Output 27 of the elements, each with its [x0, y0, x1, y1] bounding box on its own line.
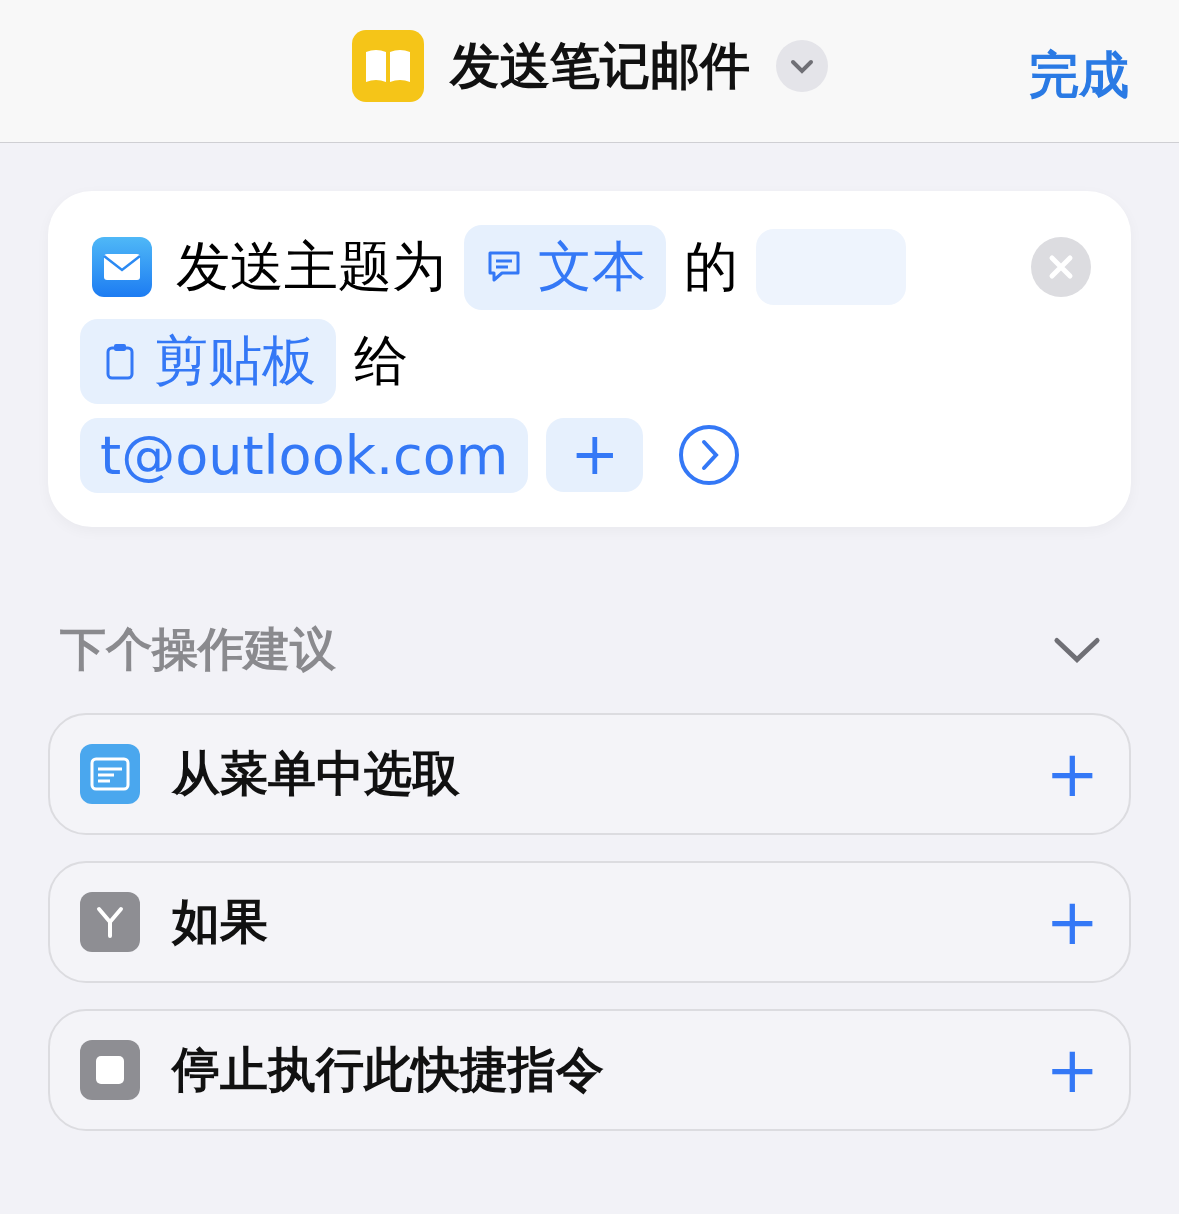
done-button[interactable]: 完成 — [1029, 42, 1129, 109]
suggestion-row[interactable]: 如果 + — [48, 861, 1131, 983]
section-title: 下个操作建议 — [60, 621, 336, 678]
add-button[interactable]: + — [1045, 1038, 1099, 1102]
suggestion-label: 从菜单中选取 — [172, 744, 461, 803]
suggestion-label: 如果 — [172, 892, 269, 951]
suggestion-row[interactable]: 停止执行此快捷指令 + — [48, 1009, 1131, 1131]
mail-icon — [92, 237, 152, 297]
variable-token[interactable]: t@outlook.com — [80, 417, 529, 493]
add-button[interactable]: + — [546, 418, 644, 492]
action-text: 发送主题为 — [176, 233, 446, 300]
branch-icon — [80, 892, 140, 952]
shortcut-title[interactable]: 发送笔记邮件 — [449, 32, 750, 100]
action-text: 的 — [684, 233, 738, 300]
menu-icon — [80, 744, 140, 804]
chevron-right-circle-icon[interactable] — [677, 423, 742, 487]
book-icon — [351, 30, 424, 102]
chevron-down-icon[interactable] — [775, 40, 828, 92]
variable-token[interactable]: 剪贴板 — [80, 318, 336, 404]
variable-token[interactable]: 文本 — [464, 224, 666, 310]
suggestion-row[interactable]: 从菜单中选取 + — [48, 713, 1131, 835]
suggestion-label: 停止执行此快捷指令 — [172, 1040, 605, 1099]
action-text: 给 — [354, 327, 408, 394]
add-button[interactable]: + — [1045, 742, 1099, 806]
chevron-down-icon[interactable] — [1053, 635, 1101, 665]
add-button[interactable]: + — [1045, 890, 1099, 954]
stop-icon — [80, 1040, 140, 1100]
